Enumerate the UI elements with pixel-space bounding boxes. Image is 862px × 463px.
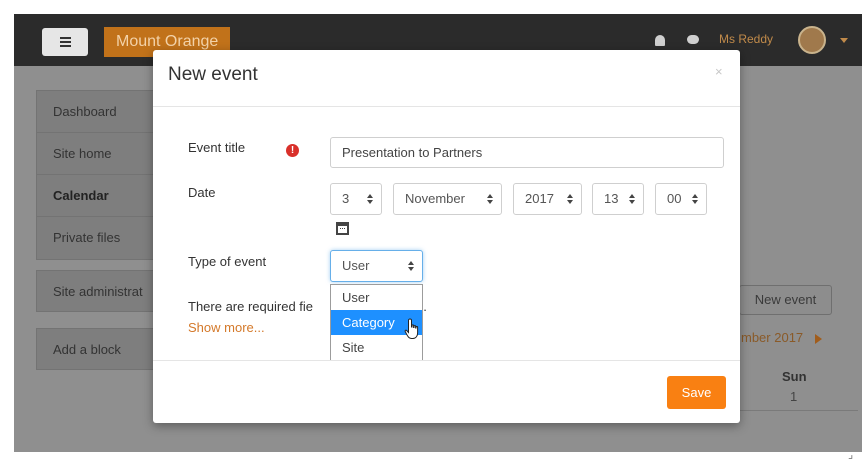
- bell-icon[interactable]: [655, 35, 665, 46]
- type-of-event-select[interactable]: User: [330, 250, 423, 282]
- required-icon: !: [286, 144, 299, 157]
- minute-select-value: 00: [667, 191, 682, 206]
- weekday-header: Sun: [782, 369, 807, 384]
- select-arrows-icon: [629, 194, 635, 204]
- year-select[interactable]: 2017: [513, 183, 582, 215]
- resize-icon: ⌟: [848, 449, 854, 461]
- user-menu-name[interactable]: Ms Reddy: [719, 32, 773, 46]
- type-select-value: User: [342, 258, 370, 273]
- modal-footer-divider: [153, 360, 740, 361]
- day-select-value: 3: [342, 191, 350, 206]
- new-event-modal: New event × Event title ! Presentation t…: [153, 50, 740, 423]
- select-arrows-icon: [567, 194, 573, 204]
- select-arrows-icon: [408, 261, 414, 271]
- close-icon[interactable]: ×: [715, 64, 723, 79]
- type-of-event-label: Type of event: [188, 254, 267, 269]
- minute-select[interactable]: 00: [655, 183, 707, 215]
- modal-header: New event ×: [153, 50, 740, 107]
- modal-title: New event: [168, 64, 258, 85]
- show-more-link[interactable]: Show more...: [188, 320, 265, 335]
- chevron-down-icon[interactable]: [840, 38, 848, 43]
- next-month-link[interactable]: mber 2017: [741, 330, 803, 345]
- avatar[interactable]: [798, 26, 826, 54]
- required-note-start: There are required fie: [188, 299, 314, 314]
- date-label: Date: [188, 185, 216, 200]
- menu-toggle-button[interactable]: [42, 28, 88, 56]
- month-select-value: November: [405, 191, 465, 206]
- event-title-label: Event title: [188, 140, 246, 155]
- day-select[interactable]: 3: [330, 183, 382, 215]
- menu-icon: [60, 37, 71, 39]
- month-select[interactable]: November: [393, 183, 502, 215]
- select-arrows-icon: [367, 194, 373, 204]
- calendar-icon[interactable]: [336, 222, 349, 235]
- calendar-day[interactable]: 1: [790, 389, 797, 404]
- next-arrow-icon[interactable]: [815, 334, 822, 344]
- required-note-period: .: [423, 299, 427, 314]
- dropdown-option-user[interactable]: User: [331, 285, 422, 310]
- chat-icon[interactable]: [687, 35, 699, 44]
- new-event-button[interactable]: New event: [739, 285, 832, 315]
- hour-select-value: 13: [604, 191, 619, 206]
- select-arrows-icon: [487, 194, 493, 204]
- select-arrows-icon: [692, 194, 698, 204]
- event-title-input[interactable]: Presentation to Partners: [330, 137, 724, 168]
- hand-cursor-icon: [404, 318, 419, 339]
- save-button[interactable]: Save: [667, 376, 726, 409]
- hour-select[interactable]: 13: [592, 183, 644, 215]
- year-select-value: 2017: [525, 191, 554, 206]
